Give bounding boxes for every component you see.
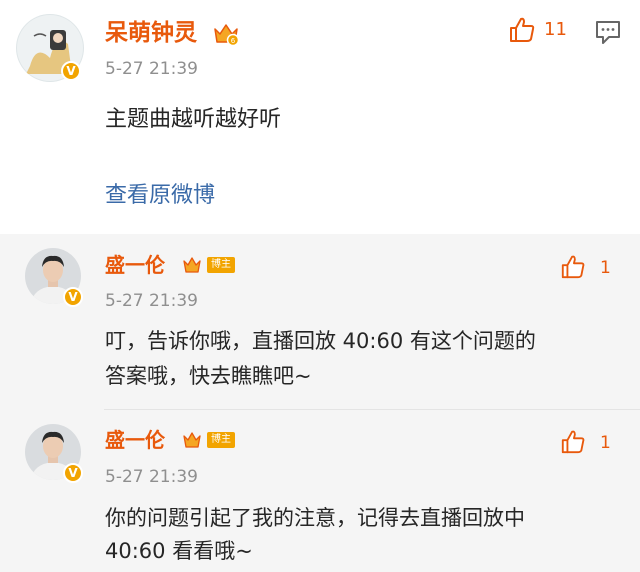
- reply-timestamp: 5-27 21:39: [105, 291, 198, 311]
- reply-text-line1: 你的问题引起了我的注意，记得去直播回放中: [105, 506, 525, 530]
- author-badge: 博主: [207, 257, 235, 273]
- like-button[interactable]: 1: [560, 429, 620, 457]
- verified-icon: V: [61, 61, 81, 81]
- like-button[interactable]: 11: [508, 16, 572, 46]
- crown-icon: 6: [212, 20, 240, 52]
- reply-divider: [104, 409, 640, 410]
- reply-username[interactable]: 盛一伦: [105, 426, 165, 454]
- verified-icon: V: [63, 287, 83, 307]
- like-button[interactable]: 1: [560, 254, 620, 282]
- comment-text: 主题曲越听越好听: [105, 107, 282, 132]
- comment-timestamp: 5-27 21:39: [105, 59, 198, 79]
- verified-icon: V: [63, 463, 83, 483]
- author-badge: 博主: [207, 432, 235, 448]
- svg-text:6: 6: [231, 37, 236, 45]
- like-count: 11: [544, 19, 567, 40]
- reply-timestamp: 5-27 21:39: [105, 467, 198, 487]
- reply-text-line2: 40:60 看看哦~: [105, 539, 253, 563]
- comment-icon[interactable]: [594, 18, 622, 50]
- like-icon: [561, 430, 585, 454]
- comment-username[interactable]: 呆萌钟灵: [105, 18, 197, 48]
- crown-icon: [182, 256, 202, 278]
- reply-username[interactable]: 盛一伦: [105, 251, 165, 279]
- like-count: 1: [600, 433, 611, 453]
- like-icon: [510, 17, 535, 42]
- like-icon: [561, 255, 585, 279]
- reply-text-line2: 答案哦，快去瞧瞧吧~: [105, 364, 312, 388]
- reply-text-line1: 叮，告诉你哦，直播回放 40:60 有这个问题的: [105, 329, 536, 353]
- crown-icon: [182, 431, 202, 453]
- view-original-link[interactable]: 查看原微博: [105, 180, 215, 212]
- like-count: 1: [600, 258, 611, 278]
